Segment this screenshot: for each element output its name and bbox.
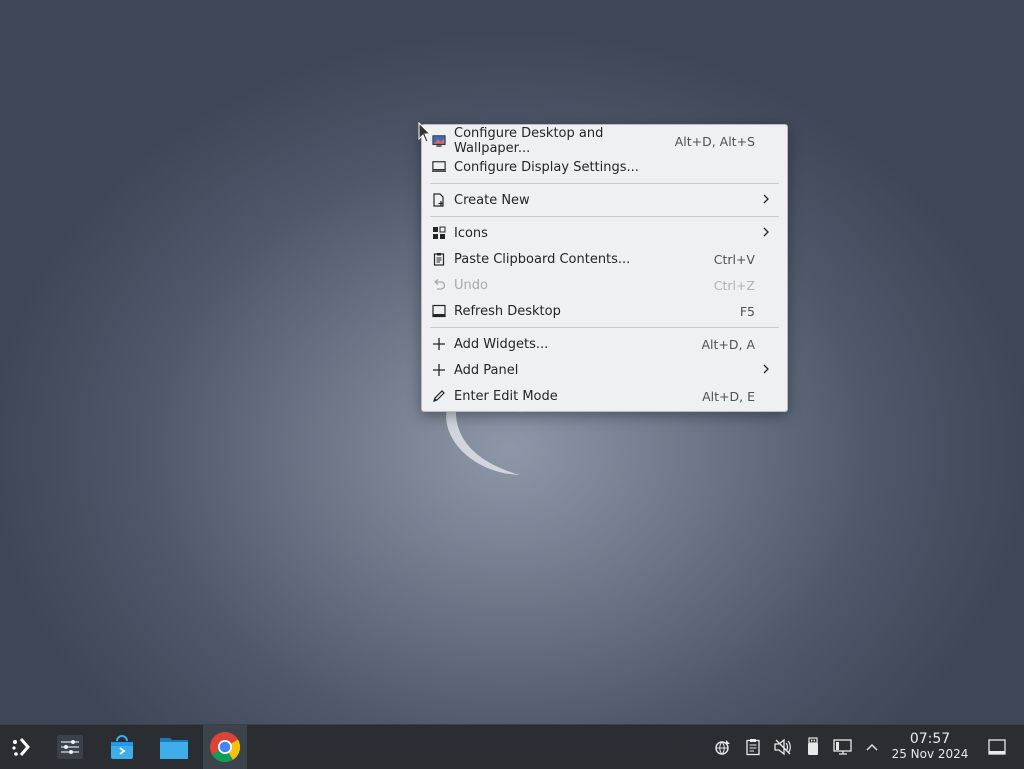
menu-item-shortcut: Ctrl+V xyxy=(713,251,755,267)
menu-item-undo[interactable]: Undo Ctrl+Z xyxy=(426,272,783,298)
clipboard-icon xyxy=(432,252,446,266)
taskbar-app-files[interactable] xyxy=(152,725,196,769)
menu-item-label: Refresh Desktop xyxy=(454,303,561,319)
network-tray-button[interactable] xyxy=(713,737,733,757)
clipboard-icon xyxy=(746,739,760,756)
menu-item-label: Icons xyxy=(454,225,488,241)
taskbar: 07:57 25 Nov 2024 xyxy=(0,724,1024,769)
icons-grid-icon xyxy=(432,226,446,240)
menu-item-shortcut: Alt+D, A xyxy=(701,336,755,352)
refresh-desktop-icon xyxy=(432,304,446,318)
chevron-right-icon xyxy=(763,194,769,204)
plus-icon xyxy=(432,337,446,351)
application-launcher-button[interactable] xyxy=(0,725,44,769)
expand-tray-button[interactable] xyxy=(862,737,882,757)
menu-item-add-panel[interactable]: Add Panel xyxy=(426,357,783,383)
menu-item-label: Enter Edit Mode xyxy=(454,388,558,404)
menu-separator xyxy=(430,183,779,184)
show-desktop-icon xyxy=(988,739,1006,755)
menu-separator xyxy=(430,327,779,328)
file-manager-icon xyxy=(160,738,188,759)
menu-item-label: Add Widgets... xyxy=(454,336,549,352)
menu-item-shortcut: F5 xyxy=(739,303,755,319)
menu-item-label: Add Panel xyxy=(454,362,519,378)
desktop-context-menu: Configure Desktop and Wallpaper... Alt+D… xyxy=(421,124,788,412)
menu-item-paste[interactable]: Paste Clipboard Contents... Ctrl+V xyxy=(426,246,783,272)
undo-icon xyxy=(432,278,446,292)
chevron-right-icon xyxy=(763,227,769,237)
menu-item-create-new[interactable]: Create New xyxy=(426,187,783,213)
create-new-icon xyxy=(432,193,446,207)
clipboard-tray-button[interactable] xyxy=(743,737,763,757)
mouse-cursor-icon xyxy=(418,122,432,143)
menu-item-shortcut: Alt+D, Alt+S xyxy=(674,133,755,149)
application-launcher-icon xyxy=(12,738,30,756)
pencil-icon xyxy=(432,389,446,403)
display-tray-button[interactable] xyxy=(833,737,853,757)
discover-store-icon xyxy=(111,735,133,759)
chevron-right-icon xyxy=(763,364,769,374)
menu-item-icons[interactable]: Icons xyxy=(426,220,783,246)
chrome-icon xyxy=(210,732,241,763)
network-icon xyxy=(715,740,730,755)
menu-item-edit-mode[interactable]: Enter Edit Mode Alt+D, E xyxy=(426,383,783,409)
system-settings-icon xyxy=(57,735,83,759)
usb-tray-button[interactable] xyxy=(803,737,823,757)
menu-item-label: Create New xyxy=(454,192,530,208)
digital-clock[interactable]: 07:57 25 Nov 2024 xyxy=(884,731,976,762)
clock-date: 25 Nov 2024 xyxy=(891,747,969,761)
desktop-wallpaper-icon xyxy=(432,134,446,148)
taskbar-app-settings[interactable] xyxy=(48,725,92,769)
volume-tray-button[interactable] xyxy=(773,737,793,757)
menu-item-refresh-desktop[interactable]: Refresh Desktop F5 xyxy=(426,298,783,324)
display-config-icon xyxy=(833,739,852,755)
menu-item-shortcut: Alt+D, E xyxy=(702,388,755,404)
usb-device-icon xyxy=(808,737,818,755)
menu-separator xyxy=(430,216,779,217)
clock-time: 07:57 xyxy=(909,731,951,747)
show-desktop-button[interactable] xyxy=(987,737,1007,757)
menu-item-label: Undo xyxy=(454,277,488,293)
menu-item-label: Paste Clipboard Contents... xyxy=(454,251,631,267)
menu-item-label: Configure Desktop and Wallpaper... xyxy=(454,126,604,156)
menu-item-label: Configure Display Settings... xyxy=(454,159,639,175)
taskbar-app-chrome[interactable] xyxy=(203,725,247,769)
menu-item-add-widgets[interactable]: Add Widgets... Alt+D, A xyxy=(426,331,783,357)
plus-icon xyxy=(432,363,446,377)
taskbar-app-discover[interactable] xyxy=(100,725,144,769)
volume-muted-icon xyxy=(774,738,791,756)
menu-item-configure-display[interactable]: Configure Display Settings... xyxy=(426,154,783,180)
display-icon xyxy=(432,160,446,174)
expand-tray-icon xyxy=(866,744,878,751)
menu-item-shortcut: Ctrl+Z xyxy=(713,277,755,293)
menu-item-configure-desktop[interactable]: Configure Desktop and Wallpaper... Alt+D… xyxy=(426,126,783,156)
